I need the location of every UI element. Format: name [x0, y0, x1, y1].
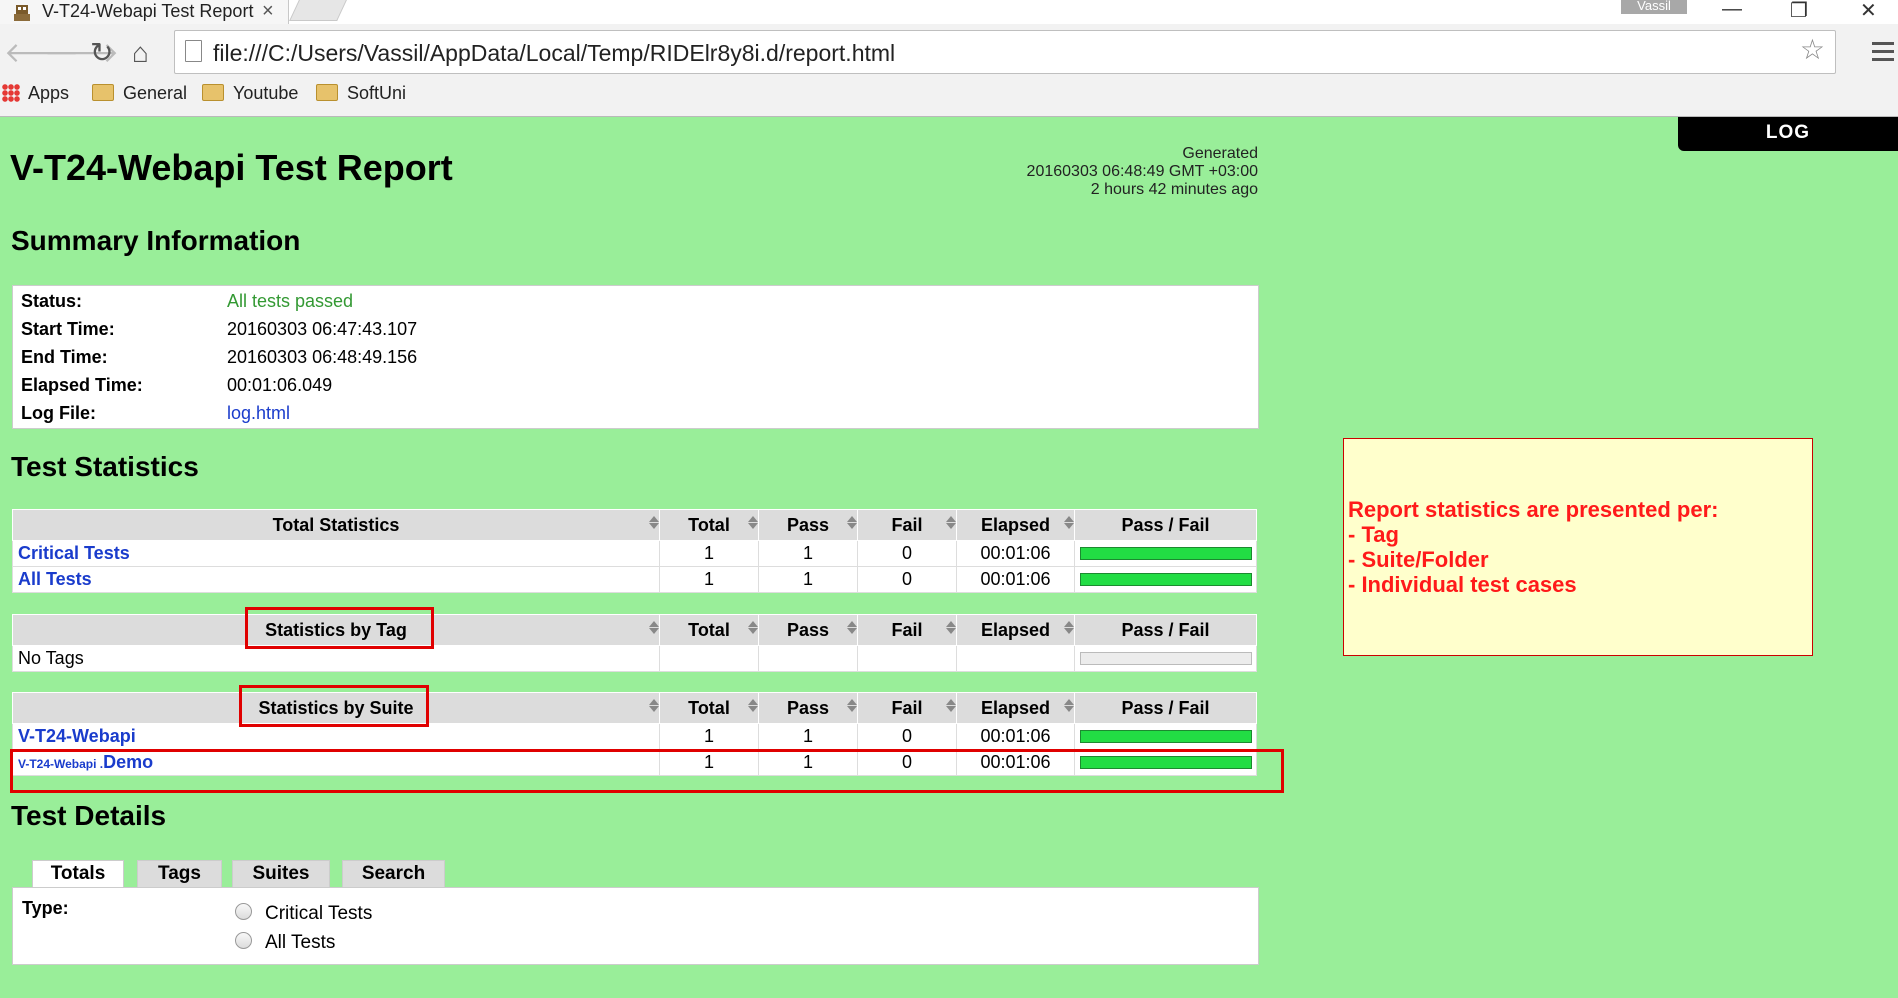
- generated-time: 20160303 06:48:49 GMT +03:00: [1026, 163, 1258, 180]
- minimize-icon[interactable]: —: [1722, 0, 1742, 21]
- tab-search[interactable]: Search: [342, 860, 445, 887]
- header-total-statistics[interactable]: Total Statistics: [12, 509, 660, 541]
- callout-line: - Tag: [1348, 522, 1399, 547]
- table-row: All Tests 1 1 0 00:01:06: [12, 566, 1257, 593]
- header-pass-fail: Pass / Fail: [1074, 692, 1257, 724]
- callout-line: Report statistics are presented per:: [1348, 497, 1719, 522]
- url-text[interactable]: file:///C:/Users/Vassil/AppData/Local/Te…: [213, 40, 895, 67]
- page-icon: [185, 40, 202, 62]
- bookmark-youtube[interactable]: Youtube: [202, 83, 298, 104]
- page-title: V-T24-Webapi Test Report: [10, 147, 453, 188]
- robot-favicon-icon: [14, 5, 30, 21]
- annotation-box-demo-row: [10, 749, 1284, 793]
- header-pass[interactable]: Pass: [758, 614, 858, 646]
- pass-fail-bar: [1079, 547, 1252, 560]
- table-header-row: Total Statistics Total Pass Fail Elapsed…: [12, 509, 1257, 541]
- callout-line: - Individual test cases: [1348, 572, 1577, 597]
- header-fail[interactable]: Fail: [857, 692, 957, 724]
- log-file-link[interactable]: log.html: [227, 403, 290, 424]
- browser-toolbar: 🡐 🡒 ↻ ⌂ file:///C:/Users/Vassil/AppData/…: [0, 28, 1898, 78]
- suite-link-v-t24-webapi[interactable]: V-T24-Webapi: [18, 726, 136, 746]
- generated-ago: 2 hours 42 minutes ago: [1090, 181, 1258, 198]
- folder-icon: [316, 84, 338, 101]
- home-icon[interactable]: ⌂: [132, 36, 149, 70]
- header-elapsed[interactable]: Elapsed: [956, 509, 1075, 541]
- header-total[interactable]: Total: [659, 692, 759, 724]
- pass-fail-bar: [1079, 730, 1252, 743]
- header-pass[interactable]: Pass: [758, 509, 858, 541]
- pass-fail-bar: [1079, 652, 1252, 665]
- radio-all-tests[interactable]: [235, 932, 252, 949]
- tab-tags[interactable]: Tags: [137, 860, 222, 887]
- header-pass-fail: Pass / Fail: [1074, 614, 1257, 646]
- total-statistics-table: Total Statistics Total Pass Fail Elapsed…: [12, 509, 1257, 593]
- tag-statistics-table: Statistics by Tag Total Pass Fail Elapse…: [12, 614, 1257, 672]
- annotation-box-suite: [239, 685, 429, 727]
- tab-title: V-T24-Webapi Test Report: [42, 1, 254, 21]
- header-fail[interactable]: Fail: [857, 509, 957, 541]
- header-elapsed[interactable]: Elapsed: [956, 692, 1075, 724]
- header-pass-fail: Pass / Fail: [1074, 509, 1257, 541]
- callout-line: - Suite/Folder: [1348, 547, 1489, 572]
- table-row: No Tags: [12, 645, 1257, 672]
- tab-strip: V-T24-Webapi Test Report × Vassil — ❐ ✕: [0, 0, 1898, 24]
- folder-icon: [92, 84, 114, 101]
- pass-fail-bar: [1079, 573, 1252, 586]
- tab-close-icon[interactable]: ×: [262, 0, 274, 23]
- header-pass[interactable]: Pass: [758, 692, 858, 724]
- bookmark-star-icon[interactable]: ☆: [1800, 33, 1825, 66]
- table-row: V-T24-Webapi 1 1 0 00:01:06: [12, 723, 1257, 750]
- all-tests-link[interactable]: All Tests: [18, 569, 92, 589]
- annotation-box-tag: [245, 607, 434, 649]
- option-all-tests[interactable]: All Tests: [265, 932, 335, 954]
- restore-icon[interactable]: ❐: [1790, 0, 1808, 23]
- header-fail[interactable]: Fail: [857, 614, 957, 646]
- bookmark-softuni[interactable]: SoftUni: [316, 83, 406, 104]
- browser-menu-icon[interactable]: [1872, 42, 1894, 66]
- log-button[interactable]: LOG: [1678, 117, 1898, 151]
- no-tags-label: No Tags: [12, 645, 660, 672]
- address-bar[interactable]: file:///C:/Users/Vassil/AppData/Local/Te…: [174, 30, 1836, 74]
- table-row: Critical Tests 1 1 0 00:01:06: [12, 540, 1257, 567]
- statistics-heading: Test Statistics: [11, 451, 199, 482]
- window-close-icon[interactable]: ✕: [1860, 0, 1877, 23]
- annotation-callout: Report statistics are presented per: - T…: [1343, 438, 1813, 656]
- browser-chrome: V-T24-Webapi Test Report × Vassil — ❐ ✕ …: [0, 0, 1898, 117]
- new-tab-button[interactable]: [289, 0, 347, 21]
- radio-critical-tests[interactable]: [235, 903, 252, 920]
- details-heading: Test Details: [11, 800, 167, 831]
- summary-table: Status: All tests passed Start Time: 201…: [12, 285, 1259, 429]
- generated-label: Generated: [1182, 145, 1258, 162]
- option-critical-tests[interactable]: Critical Tests: [265, 903, 372, 925]
- header-total[interactable]: Total: [659, 614, 759, 646]
- table-header-row: Statistics by Suite Total Pass Fail Elap…: [12, 692, 1257, 724]
- apps-grid-icon: [2, 84, 20, 102]
- browser-tab[interactable]: V-T24-Webapi Test Report ×: [0, 0, 289, 24]
- header-elapsed[interactable]: Elapsed: [956, 614, 1075, 646]
- summary-heading: Summary Information: [11, 225, 301, 256]
- table-header-row: Statistics by Tag Total Pass Fail Elapse…: [12, 614, 1257, 646]
- bookmark-apps[interactable]: Apps: [2, 83, 69, 104]
- status-value: All tests passed: [227, 291, 354, 311]
- tab-suites[interactable]: Suites: [232, 860, 330, 887]
- folder-icon: [202, 84, 224, 101]
- details-panel: Type: Critical Tests All Tests: [12, 887, 1259, 965]
- reload-icon[interactable]: ↻: [90, 36, 113, 70]
- type-label: Type:: [22, 898, 69, 918]
- header-total[interactable]: Total: [659, 509, 759, 541]
- critical-tests-link[interactable]: Critical Tests: [18, 543, 130, 563]
- profile-badge[interactable]: Vassil: [1621, 0, 1687, 14]
- report-page: LOG V-T24-Webapi Test Report Generated 2…: [0, 117, 1898, 998]
- bookmarks-bar: Apps General Youtube SoftUni: [0, 80, 1898, 110]
- bookmark-general[interactable]: General: [92, 83, 187, 104]
- generated-info: Generated 20160303 06:48:49 GMT +03:00 2…: [1027, 145, 1258, 199]
